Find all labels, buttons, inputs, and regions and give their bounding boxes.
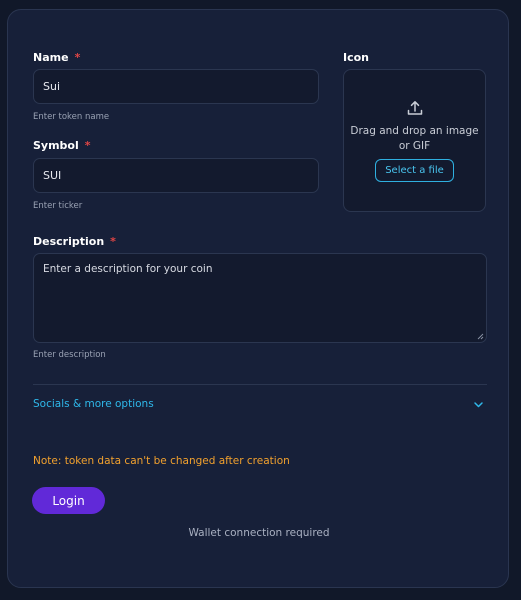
socials-toggle[interactable]: Socials & more options — [33, 398, 154, 410]
divider — [33, 384, 487, 385]
symbol-input[interactable]: SUI — [33, 158, 319, 193]
description-label: Description * — [33, 235, 116, 248]
description-textarea[interactable]: Enter a description for your coin — [33, 253, 487, 343]
wallet-required-text: Wallet connection required — [188, 527, 330, 539]
name-hint: Enter token name — [33, 112, 110, 122]
name-input[interactable]: Sui — [33, 69, 319, 104]
name-input-value: Sui — [43, 80, 61, 93]
dropzone-text: Drag and drop an image or GIF — [344, 124, 485, 153]
description-placeholder: Enter a description for your coin — [43, 263, 213, 275]
select-file-button[interactable]: Select a file — [375, 159, 454, 182]
description-hint: Enter description — [33, 350, 106, 360]
dropzone-text-line2: or GIF — [398, 139, 431, 152]
required-mark: * — [110, 235, 116, 248]
symbol-label: Symbol * — [33, 139, 91, 152]
login-button[interactable]: Login — [32, 487, 105, 514]
warning-note: Note: token data can't be changed after … — [33, 455, 290, 467]
icon-label: Icon — [343, 51, 370, 64]
required-mark: * — [84, 139, 91, 152]
dropzone-text-line1: Drag and drop an image — [350, 125, 479, 137]
symbol-input-value: SUI — [43, 169, 62, 182]
required-mark: * — [74, 51, 81, 64]
upload-icon — [407, 101, 423, 115]
symbol-hint: Enter ticker — [33, 201, 83, 211]
resize-handle-icon[interactable] — [477, 333, 484, 340]
icon-dropzone[interactable]: Drag and drop an image or GIF Select a f… — [343, 69, 486, 212]
name-label: Name * — [33, 51, 81, 64]
create-token-form: Name * Sui Enter token name Symbol * SUI E… — [7, 9, 509, 588]
chevron-down-icon[interactable] — [473, 399, 484, 410]
